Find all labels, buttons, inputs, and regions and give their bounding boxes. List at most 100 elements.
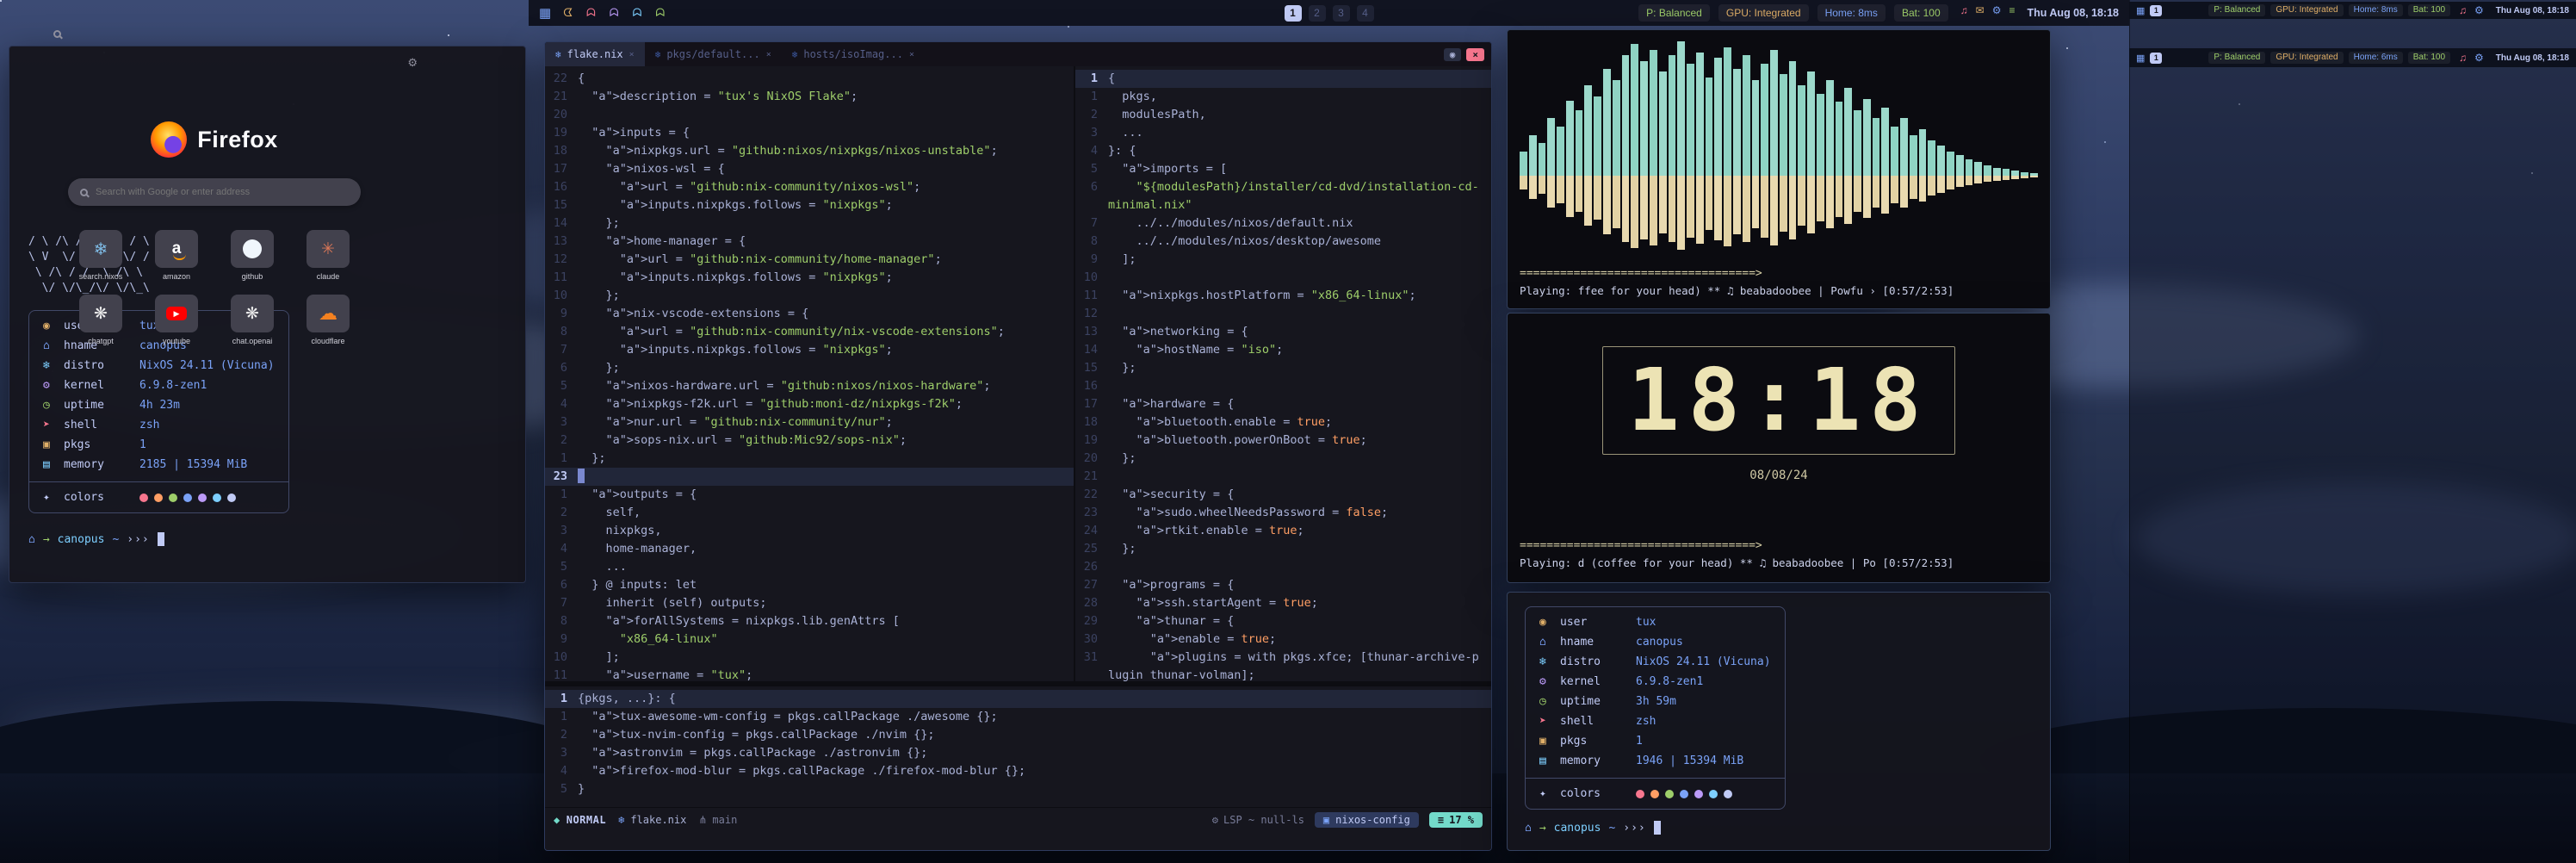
newtab-search-input[interactable] (96, 187, 349, 197)
code-text: "a">inputs = { (578, 124, 1074, 142)
code-line: 9 ]; (1075, 251, 1491, 269)
firefox-window[interactable]: New Tab + –□× ‹ › ↻ ≡ ⚙ Firefox (0, 0, 429, 436)
code-line: 1 "a">tux-awesome-wm-config = pkgs.callP… (545, 708, 1491, 726)
shell-prompt[interactable]: ⌂ → canopus ~ ››› (28, 532, 506, 546)
status-chip: Bat: 100 (1894, 4, 1948, 22)
code-line: 19 "a">inputs = { (545, 124, 1074, 142)
code-text: }; (1108, 450, 1491, 468)
clock-widget[interactable]: Thu Aug 08, 18:18 (2496, 6, 2569, 16)
workspace-1[interactable]: 1 (1285, 5, 1302, 22)
visualizer-bar-bottom (1640, 176, 1648, 239)
personalize-gear-icon[interactable]: ⚙ (407, 56, 418, 70)
neovim-editor-window[interactable]: ❄flake.nix×❄pkgs/default...×❄hosts/isoIm… (544, 41, 1492, 851)
home-icon: ⌂ (1539, 634, 1560, 650)
terminal-fetch-right[interactable]: ◉usertux⌂hnamecanopus❄distroNixOS 24.11 … (1507, 592, 2051, 851)
code-text (1108, 468, 1491, 486)
line-number: 17 (545, 160, 578, 178)
shortcut-cloudflare[interactable]: ☁cloudflare (295, 295, 361, 345)
code-line: 12 (1075, 305, 1491, 323)
menu-icon[interactable]: ≡ (2009, 4, 2015, 22)
line-number: 22 (1075, 486, 1108, 504)
editor-tab[interactable]: ❄hosts/isoImag...× (782, 42, 925, 66)
visualizer-bar (2021, 39, 2028, 260)
visualizer-bar-top (1706, 78, 1713, 177)
music-icon[interactable]: ♫ (2459, 4, 2467, 16)
music-visualizer-window[interactable]: ===================================> Pla… (1507, 29, 2051, 309)
track-progress: ===================================> (1520, 265, 2038, 282)
window-close-button[interactable]: × (1466, 48, 1484, 61)
line-number: 3 (545, 522, 578, 540)
visualizer-bar (1966, 39, 1973, 260)
ghost-tag-icon[interactable]: ᗣ (586, 6, 596, 20)
command-line[interactable] (545, 831, 1491, 850)
workspace-3[interactable]: 3 (1333, 5, 1350, 22)
code-line: 1 }; (545, 450, 1074, 468)
visualizer-bar (1594, 39, 1601, 260)
tab-close-icon[interactable]: × (629, 50, 635, 59)
visualizer-bar-bottom (1789, 176, 1797, 239)
shortcut-claude[interactable]: ✳claude (295, 230, 361, 281)
visualizer-bar-top (1817, 94, 1824, 177)
tab-close-icon[interactable]: × (766, 50, 771, 59)
code-text: }; (578, 450, 1074, 468)
visualizer-bar-top (1733, 69, 1741, 176)
launcher-icon[interactable]: ▦ (2136, 53, 2145, 64)
tab-close-icon[interactable]: × (909, 50, 914, 59)
gear-icon[interactable]: ⚙ (2474, 4, 2484, 16)
shortcut-search-nixos[interactable]: ❄search.nixos (68, 230, 133, 281)
fetch-value: 1 (139, 437, 146, 453)
clock-widget-window[interactable]: 18:18 08/08/24 =========================… (1507, 313, 2051, 583)
shortcut-label: github (242, 272, 263, 281)
editor-tab[interactable]: ❄pkgs/default...× (645, 42, 782, 66)
code-text: {pkgs, ...}: { (578, 690, 1491, 708)
buffer-iso-config[interactable]: 1{1 pkgs,2 modulesPath,3 ...4}: {5 "a">i… (1074, 66, 1491, 681)
launcher-icon[interactable]: ▦ (539, 5, 551, 21)
shortcut-chatgpt[interactable]: ❋chatgpt (68, 295, 133, 345)
visualizer-bar (1974, 39, 1982, 260)
shell-prompt[interactable]: ⌂ → canopus ~ ››› (1525, 821, 1661, 835)
desktop: ▦ ᗧᗣᗣᗣᗣ 1234 P: BalancedGPU: IntegratedH… (0, 0, 2576, 863)
main-status-bar: ▦ ᗧᗣᗣᗣᗣ 1234 P: BalancedGPU: IntegratedH… (529, 0, 2129, 26)
launcher-icon[interactable]: ▦ (2136, 5, 2145, 16)
workspace-2[interactable]: 2 (1309, 5, 1326, 22)
workspace-1[interactable]: 1 (2150, 53, 2162, 64)
shortcut-github[interactable]: github (220, 230, 285, 281)
editor-tab[interactable]: ❄flake.nix× (545, 42, 645, 66)
shortcut-amazon[interactable]: aamazon (144, 230, 209, 281)
gear-icon[interactable]: ⚙ (2474, 52, 2484, 64)
eye-toggle-button[interactable]: ◉ (1444, 48, 1462, 61)
mail-icon[interactable]: ✉ (1976, 4, 1985, 22)
code-line: 15 "a">inputs.nixpkgs.follows = "nixpkgs… (545, 196, 1074, 214)
buffer-pkgs-default[interactable]: 1{pkgs, ...}: {1 "a">tux-awesome-wm-conf… (545, 686, 1491, 807)
shortcut-chat-openai[interactable]: ❋chat.openai (220, 295, 285, 345)
buffer-flake-nix[interactable]: 22{21 "a">description = "tux's NixOS Fla… (545, 66, 1074, 681)
shortcut-label: search.nixos (79, 272, 123, 281)
play-icon: ▶ (174, 310, 180, 318)
line-number: 13 (1075, 323, 1108, 341)
clock-display: 18:18 (1602, 346, 1954, 455)
music-icon[interactable]: ♫ (2459, 52, 2467, 64)
visualizer-bar-top (1956, 155, 1964, 176)
clock-widget[interactable]: Thu Aug 08, 18:18 (2496, 53, 2569, 63)
workspace-4[interactable]: 4 (1357, 5, 1374, 22)
visualizer-bar-bottom (1584, 176, 1592, 226)
ghost-tag-icon[interactable]: ᗣ (633, 6, 642, 20)
line-number: 18 (1075, 413, 1108, 432)
workspace-1[interactable]: 1 (2150, 5, 2162, 16)
code-line: 2 modulesPath, (1075, 106, 1491, 124)
fetch-value: 1 (1636, 733, 1643, 749)
shortcut-youtube[interactable]: ▶youtube (144, 295, 209, 345)
code-line: 12 "a">url = "github:nix-community/home-… (545, 251, 1074, 269)
nix-snowflake-icon: ❄ (655, 49, 661, 60)
gear-icon[interactable]: ⚙ (1992, 4, 2002, 22)
line-number: 31 (1075, 649, 1108, 681)
firefox-logo-icon (151, 121, 187, 158)
ghost-tag-icon[interactable]: ᗣ (655, 6, 665, 20)
music-icon[interactable]: ♫ (1960, 4, 1968, 22)
pacman-tag-icon[interactable]: ᗧ (563, 6, 573, 20)
ghost-tag-icon[interactable]: ᗣ (610, 6, 619, 20)
clock-widget[interactable]: Thu Aug 08, 18:18 (2027, 7, 2119, 19)
code-line: 5 ... (545, 558, 1074, 576)
project-icon: ▣ (1323, 814, 1329, 826)
newtab-search-bar[interactable] (68, 178, 361, 206)
